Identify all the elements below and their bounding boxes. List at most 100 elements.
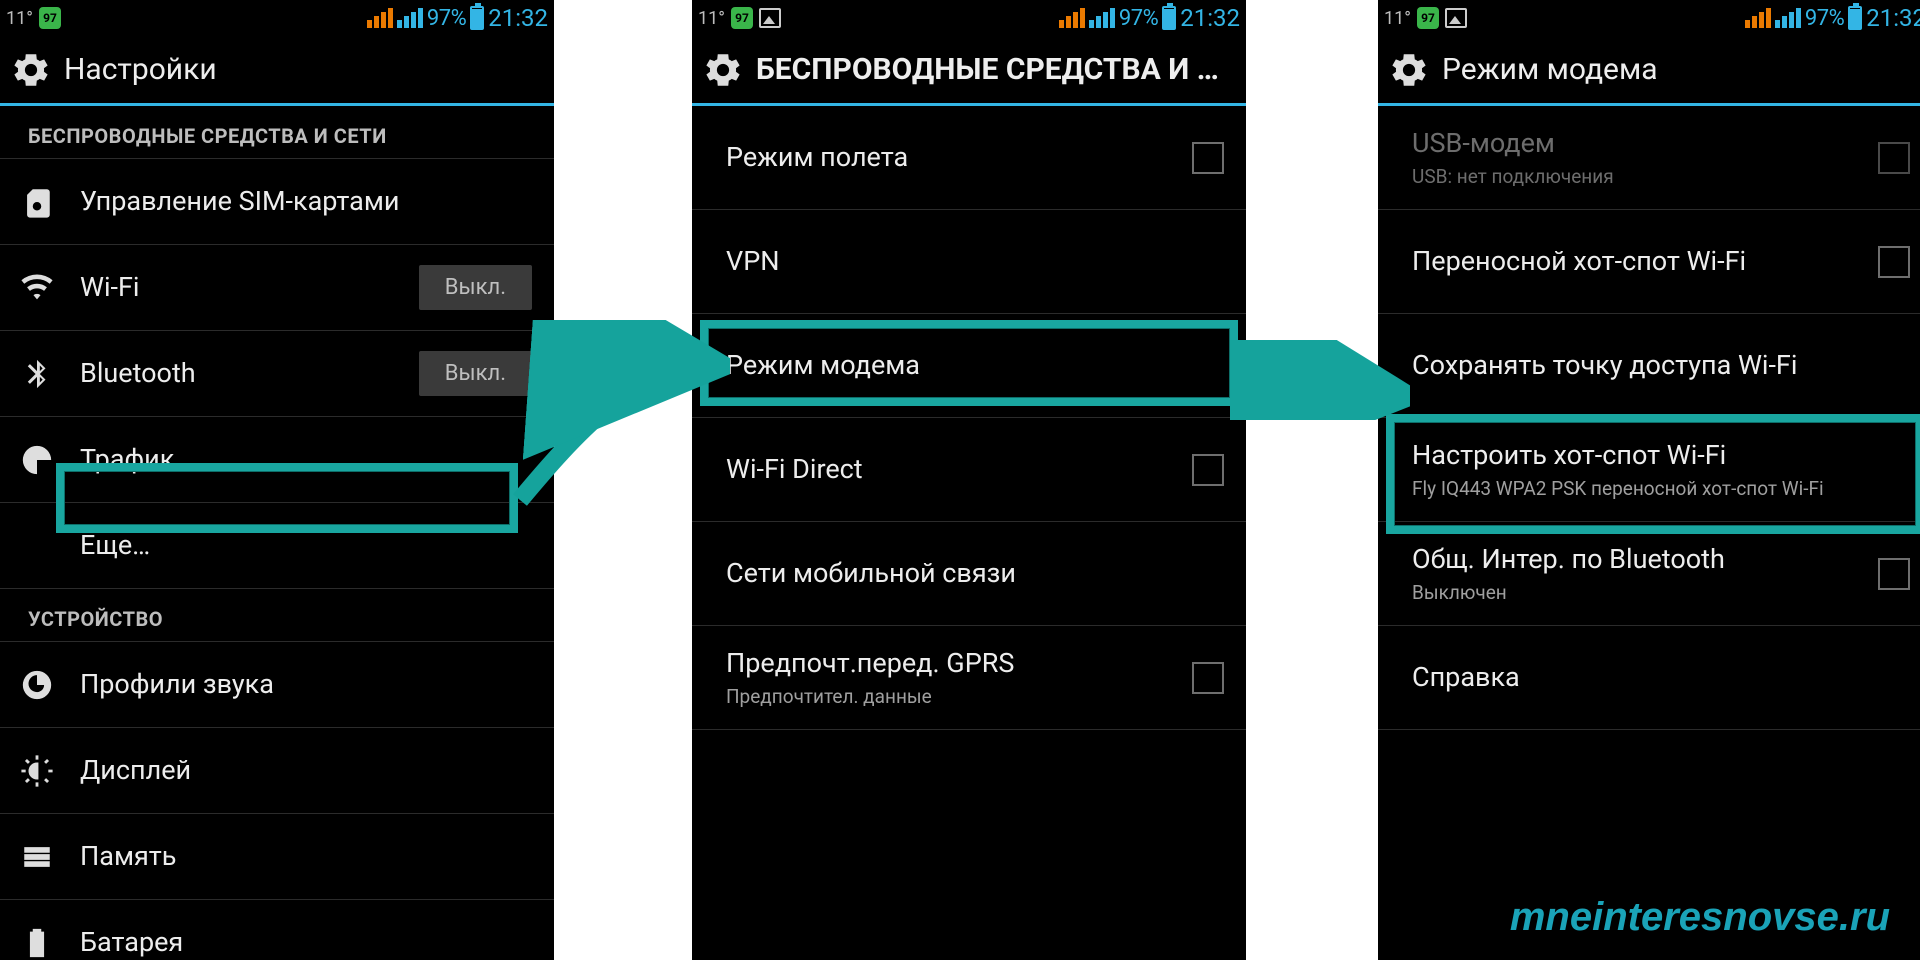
screenshot-icon — [759, 8, 781, 28]
row-label: Сети мобильной связи — [726, 557, 1224, 591]
title-bar: Режим модема — [1378, 36, 1920, 106]
row-label: Предпочт.перед. GPRS Предпочтител. данны… — [726, 647, 1192, 709]
signal-1-icon — [1745, 8, 1771, 28]
row-configure-hotspot[interactable]: Настроить хот-спот Wi-Fi Fly IQ443 WPA2 … — [1378, 418, 1920, 522]
row-storage[interactable]: Память — [0, 814, 554, 900]
row-display[interactable]: Дисплей — [0, 728, 554, 814]
clock: 21:32 — [1866, 4, 1920, 32]
row-label: Профили звука — [80, 668, 532, 702]
row-airplane-mode[interactable]: Режим полета — [692, 106, 1246, 210]
weather-temp: 11° — [6, 8, 33, 29]
row-subtitle: USB: нет подключения — [1412, 165, 1878, 189]
row-more[interactable]: Еще… — [0, 503, 554, 589]
row-label: Режим полета — [726, 141, 1192, 175]
signal-2-icon — [1089, 8, 1115, 28]
airplane-checkbox[interactable] — [1192, 142, 1224, 174]
bluetooth-icon — [18, 355, 56, 393]
row-label: Батарея — [80, 926, 532, 960]
battery-percent: 97% — [427, 6, 466, 31]
row-label: Переносной хот-спот Wi-Fi — [1412, 245, 1878, 279]
row-portable-hotspot[interactable]: Переносной хот-спот Wi-Fi — [1378, 210, 1920, 314]
row-wifi-direct[interactable]: Wi-Fi Direct — [692, 418, 1246, 522]
battery-icon — [1848, 6, 1862, 30]
row-label: Трафик — [80, 443, 532, 477]
clock: 21:32 — [1180, 4, 1240, 32]
row-label: Wi-Fi Direct — [726, 453, 1192, 487]
row-label: USB-модем USB: нет подключения — [1412, 127, 1878, 189]
row-label: Справка — [1412, 661, 1910, 695]
row-label: Общ. Интер. по Bluetooth Выключен — [1412, 543, 1878, 605]
page-title: Настройки — [64, 52, 538, 87]
brightness-icon — [18, 752, 56, 790]
signal-2-icon — [1775, 8, 1801, 28]
phone-screen-1: 11° 97 97% 21:32 Настройки БЕСПРОВОДНЫЕ … — [0, 0, 554, 960]
weather-temp: 11° — [698, 8, 725, 29]
sound-icon — [18, 666, 56, 704]
row-tethering[interactable]: Режим модема — [692, 314, 1246, 418]
blank-icon — [18, 527, 56, 565]
battery-icon — [470, 6, 484, 30]
page-title: БЕСПРОВОДНЫЕ СРЕДСТВА И СЕ… — [756, 52, 1230, 87]
row-gprs-pref[interactable]: Предпочт.перед. GPRS Предпочтител. данны… — [692, 626, 1246, 730]
row-label: VPN — [726, 245, 1224, 279]
row-label: Память — [80, 840, 532, 874]
settings-gear-icon — [702, 49, 744, 91]
signal-1-icon — [367, 8, 393, 28]
hotspot-checkbox[interactable] — [1878, 246, 1910, 278]
phone-screen-2: 11° 97 97% 21:32 БЕСПРОВОДНЫЕ СРЕДСТВА И… — [692, 0, 1246, 960]
wifidirect-checkbox[interactable] — [1192, 454, 1224, 486]
row-label: Управление SIM-картами — [80, 185, 532, 219]
row-title: Настроить хот-спот Wi-Fi — [1412, 439, 1726, 471]
row-subtitle: Fly IQ443 WPA2 PSK переносной хот-спот W… — [1412, 477, 1910, 501]
signal-2-icon — [397, 8, 423, 28]
row-wifi[interactable]: Wi-Fi Выкл. — [0, 245, 554, 331]
battery-percent: 97% — [1119, 6, 1158, 31]
row-battery[interactable]: Батарея — [0, 900, 554, 960]
btshare-checkbox[interactable] — [1878, 558, 1910, 590]
usb-checkbox — [1878, 142, 1910, 174]
weather-temp: 11° — [1384, 8, 1411, 29]
row-sim-management[interactable]: Управление SIM-картами — [0, 159, 554, 245]
row-help[interactable]: Справка — [1378, 626, 1920, 730]
row-subtitle: Выключен — [1412, 581, 1878, 605]
row-keep-ap[interactable]: Сохранять точку доступа Wi-Fi — [1378, 314, 1920, 418]
page-title: Режим модема — [1442, 52, 1916, 87]
row-label: Режим модема — [726, 349, 1224, 383]
status-bar: 11° 97 97% 21:32 — [0, 0, 554, 36]
wifi-toggle[interactable]: Выкл. — [419, 265, 532, 310]
status-bar: 11° 97 97% 21:32 — [1378, 0, 1920, 36]
row-label: Еще… — [80, 529, 532, 563]
status-badge: 97 — [39, 7, 61, 29]
gprs-checkbox[interactable] — [1192, 662, 1224, 694]
row-label: Bluetooth — [80, 357, 419, 391]
battery-percent: 97% — [1805, 6, 1844, 31]
status-badge: 97 — [731, 7, 753, 29]
watermark: mneinteresnovse.ru — [1510, 895, 1890, 940]
title-bar: Настройки — [0, 36, 554, 106]
section-device: УСТРОЙСТВО — [0, 589, 554, 642]
storage-icon — [18, 838, 56, 876]
row-subtitle: Предпочтител. данные — [726, 685, 1192, 709]
bluetooth-toggle[interactable]: Выкл. — [419, 351, 532, 396]
sim-icon — [18, 183, 56, 221]
row-label: Wi-Fi — [80, 271, 419, 305]
section-wireless: БЕСПРОВОДНЫЕ СРЕДСТВА И СЕТИ — [0, 106, 554, 159]
row-bluetooth-share[interactable]: Общ. Интер. по Bluetooth Выключен — [1378, 522, 1920, 626]
battery-icon — [1162, 6, 1176, 30]
status-badge: 97 — [1417, 7, 1439, 29]
row-sound[interactable]: Профили звука — [0, 642, 554, 728]
row-mobile-networks[interactable]: Сети мобильной связи — [692, 522, 1246, 626]
screenshot-icon — [1445, 8, 1467, 28]
row-title: Общ. Интер. по Bluetooth — [1412, 543, 1725, 575]
settings-gear-icon — [10, 49, 52, 91]
row-vpn[interactable]: VPN — [692, 210, 1246, 314]
row-label: Дисплей — [80, 754, 532, 788]
phone-screen-3: 11° 97 97% 21:32 Режим модема USB-модем … — [1378, 0, 1920, 960]
row-usb-modem: USB-модем USB: нет подключения — [1378, 106, 1920, 210]
settings-gear-icon — [1388, 49, 1430, 91]
signal-1-icon — [1059, 8, 1085, 28]
status-bar: 11° 97 97% 21:32 — [692, 0, 1246, 36]
row-traffic[interactable]: Трафик — [0, 417, 554, 503]
row-bluetooth[interactable]: Bluetooth Выкл. — [0, 331, 554, 417]
battery-icon — [18, 924, 56, 960]
